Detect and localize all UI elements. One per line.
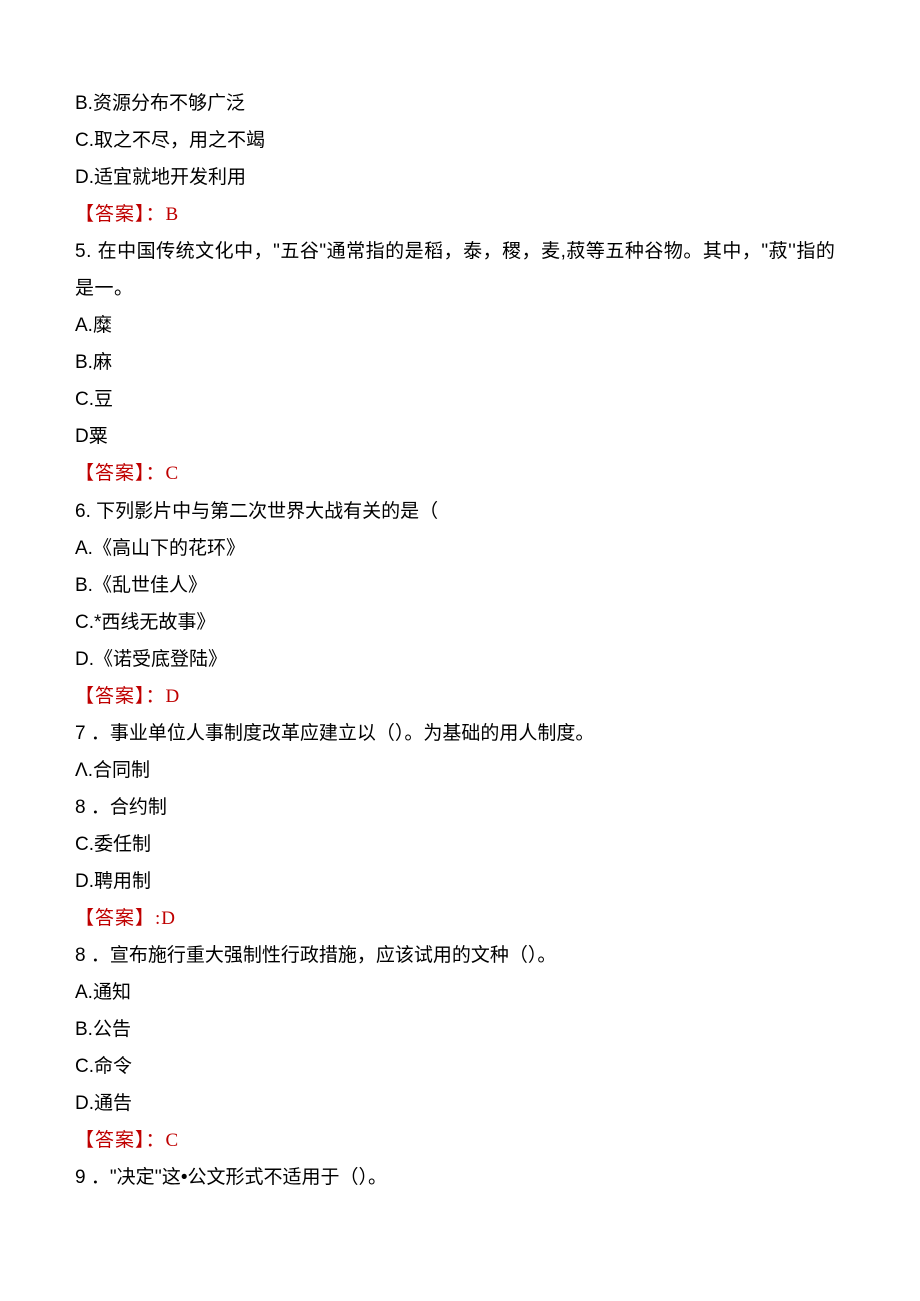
- q7-option-b: 8 ．合约制: [75, 789, 845, 826]
- q8-option-c: C.命令: [75, 1048, 845, 1085]
- q5-answer: 【答案】：C: [75, 455, 845, 492]
- q7-option-d: D.聘用制: [75, 863, 845, 900]
- q5-option-d: D粟: [75, 418, 845, 455]
- q4-answer: 【答案】：B: [75, 196, 845, 233]
- q4-option-b: B.资源分布不够广泛: [75, 85, 845, 122]
- q6-option-a: A.《高山下的花环》: [75, 530, 845, 567]
- q8-option-d: D.通告: [75, 1085, 845, 1122]
- q5-option-a: A.糜: [75, 307, 845, 344]
- q6-option-d: D.《诺受底登陆》: [75, 641, 845, 678]
- q7-answer: 【答案】:D: [75, 900, 845, 937]
- q6-stem: 6. 下列影片中与第二次世界大战有关的是（: [75, 493, 845, 530]
- q7-option-c: C.委任制: [75, 826, 845, 863]
- q6-option-c: C.*西线无故事》: [75, 604, 845, 641]
- q6-option-b: B.《乱世佳人》: [75, 567, 845, 604]
- q4-option-c: C.取之不尽，用之不竭: [75, 122, 845, 159]
- q4-option-d: D.适宜就地开发利用: [75, 159, 845, 196]
- q8-answer: 【答案】：C: [75, 1122, 845, 1159]
- q7-stem: 7 ．事业单位人事制度改革应建立以（）。为基础的用人制度。: [75, 715, 845, 752]
- q7-option-a: Λ.合同制: [75, 752, 845, 789]
- q6-answer: 【答案】：D: [75, 678, 845, 715]
- q8-stem: 8 ．宣布施行重大强制性行政措施，应该试用的文种（）。: [75, 937, 845, 974]
- q8-option-b: B.公告: [75, 1011, 845, 1048]
- q9-stem: 9 ．"决定''这•公文形式不适用于（）。: [75, 1159, 845, 1196]
- q8-option-a: A.通知: [75, 974, 845, 1011]
- q5-option-b: B.麻: [75, 344, 845, 381]
- q5-option-c: C.豆: [75, 381, 845, 418]
- q5-stem: 5. 在中国传统文化中，"五谷"通常指的是稻，泰，稷，麦,菽等五种谷物。其中，"…: [75, 233, 845, 307]
